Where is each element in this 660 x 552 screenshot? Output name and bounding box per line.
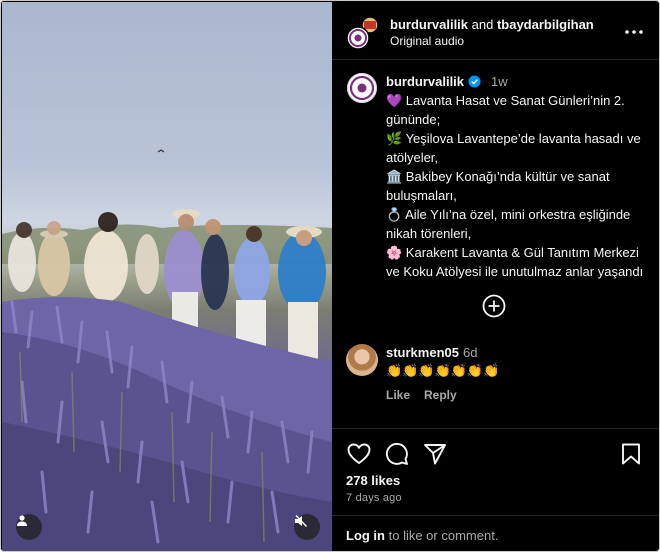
comment-body: sturkmen05 6d 👏👏👏👏👏👏👏 Like Reply [386, 344, 646, 404]
paper-plane-icon [424, 444, 446, 465]
login-prompt: Log in to like or comment. [332, 515, 659, 551]
comment-reply-button[interactable]: Reply [424, 386, 457, 404]
post-header: burdurvalilik and tbaydarbilgihan Origin… [332, 2, 659, 60]
person-icon [17, 515, 27, 526]
more-horizontal-icon [625, 30, 643, 34]
action-bar [346, 441, 646, 467]
reel-video[interactable] [2, 2, 332, 551]
speaker-muted-icon [295, 515, 308, 527]
share-button[interactable] [422, 441, 448, 467]
author-primary-link[interactable]: burdurvalilik [390, 17, 468, 32]
save-button[interactable] [618, 441, 644, 467]
profile-emblem-icon [347, 73, 377, 103]
caption-line: 🏛️ Bakibey Konağı’nda kültür ve sanat bu… [386, 169, 610, 203]
comment-text: 👏👏👏👏👏👏👏 [386, 363, 500, 378]
post-details-panel: burdurvalilik and tbaydarbilgihan Origin… [332, 2, 659, 551]
caption-body: burdurvalilik 1w 💜 Lavanta Hasat ve Sana… [386, 72, 656, 281]
header-text: burdurvalilik and tbaydarbilgihan Origin… [390, 16, 594, 50]
comment-like-button[interactable]: Like [386, 386, 410, 404]
comment-timestamp[interactable]: 6d [463, 345, 477, 360]
login-link[interactable]: Log in [346, 528, 385, 543]
lavender-field-scene [2, 149, 332, 551]
login-prompt-text: Log in to like or comment. [346, 528, 498, 543]
caption-username-link[interactable]: burdurvalilik [386, 72, 464, 91]
caption-line: 🌸 Karakent Lavanta & Gül Tanıtım Merkezi… [386, 245, 644, 279]
caption-line: 💜 Lavanta Hasat ve Sanat Günleri’nin 2. … [386, 93, 625, 127]
mute-toggle-button[interactable] [294, 514, 320, 540]
collab-avatars[interactable] [346, 16, 382, 52]
tagged-people-button[interactable] [16, 514, 42, 540]
like-count[interactable]: 278 likes [346, 473, 400, 488]
load-more-comments-button[interactable] [482, 294, 506, 318]
post-dialog: burdurvalilik and tbaydarbilgihan Origin… [0, 0, 660, 552]
caption-avatar[interactable] [346, 72, 378, 104]
more-options-button[interactable] [624, 22, 644, 42]
post-footer: 278 likes 7 days ago Log in to like or c… [332, 428, 659, 551]
caption-user-row: burdurvalilik 1w [386, 72, 656, 91]
avatar-icon [346, 16, 379, 50]
post-date[interactable]: 7 days ago [346, 492, 402, 504]
comment-actions: Like Reply [386, 386, 646, 404]
original-audio-link[interactable]: Original audio [390, 33, 594, 50]
comment-header: sturkmen05 6d [386, 344, 646, 362]
verified-badge-icon [468, 75, 481, 88]
header-title: burdurvalilik and tbaydarbilgihan [390, 16, 594, 33]
heart-icon [347, 443, 371, 465]
like-button[interactable] [346, 441, 372, 467]
comment-button[interactable] [384, 441, 410, 467]
commenter-username-link[interactable]: sturkmen05 [386, 345, 459, 360]
caption-timestamp[interactable]: 1w [491, 72, 508, 91]
login-prompt-rest: to like or comment. [385, 528, 499, 543]
plus-circle-icon [482, 294, 506, 318]
bookmark-icon [622, 443, 640, 465]
header-joiner: and [468, 17, 497, 32]
caption-line: 💍 Aile Yılı’na özel, mini orkestra eşliğ… [386, 207, 631, 241]
comment-bubble-icon [385, 442, 408, 465]
caption-line: 🌿 Yeşilova Lavantepe’de lavanta hasadı v… [386, 131, 641, 165]
author-secondary-link[interactable]: tbaydarbilgihan [497, 17, 594, 32]
commenter-avatar[interactable] [346, 344, 378, 376]
